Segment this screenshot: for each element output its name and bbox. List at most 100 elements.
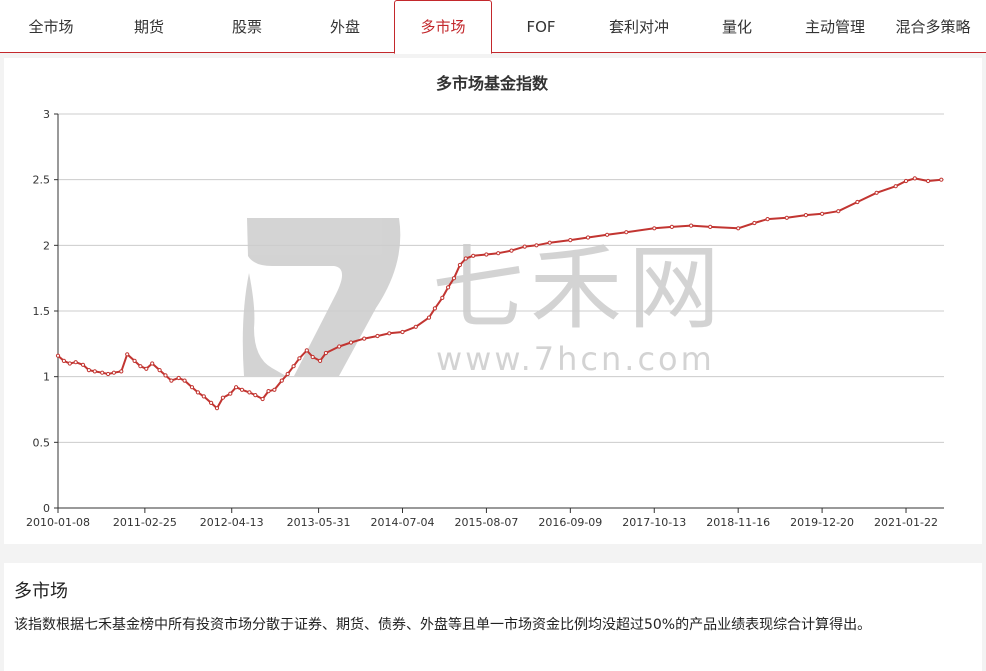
data-point[interactable]: [375, 333, 380, 339]
data-point[interactable]: [387, 331, 392, 336]
data-point[interactable]: [471, 253, 476, 258]
data-point[interactable]: [568, 238, 573, 243]
data-point[interactable]: [669, 224, 675, 229]
tab-quant[interactable]: 量化: [688, 0, 786, 53]
data-point[interactable]: [522, 244, 527, 249]
data-point[interactable]: [348, 340, 354, 345]
x-tick-label: 2015-08-07: [454, 516, 518, 529]
data-point[interactable]: [189, 385, 195, 390]
data-point[interactable]: [534, 243, 539, 248]
data-point[interactable]: [736, 226, 741, 231]
data-point[interactable]: [157, 368, 162, 373]
data-point[interactable]: [752, 220, 757, 226]
tab-active-management[interactable]: 主动管理: [786, 0, 884, 53]
data-point[interactable]: [836, 209, 841, 214]
tab-multi-market[interactable]: 多市场: [394, 0, 492, 54]
data-point[interactable]: [92, 369, 97, 374]
data-point[interactable]: [150, 361, 155, 366]
data-point[interactable]: [67, 361, 72, 366]
data-point[interactable]: [652, 226, 657, 231]
data-point[interactable]: [228, 391, 233, 396]
data-point[interactable]: [624, 230, 629, 235]
data-point[interactable]: [496, 251, 501, 256]
data-point[interactable]: [457, 262, 462, 268]
data-point[interactable]: [86, 368, 92, 373]
data-point[interactable]: [855, 199, 860, 205]
data-point[interactable]: [247, 390, 252, 395]
data-point[interactable]: [432, 306, 437, 311]
tab-fof[interactable]: FOF: [492, 0, 590, 53]
data-point[interactable]: [239, 387, 245, 392]
data-point[interactable]: [279, 378, 284, 383]
data-point[interactable]: [209, 400, 214, 405]
data-point[interactable]: [362, 336, 367, 341]
tab-overseas[interactable]: 外盘: [296, 0, 394, 53]
data-point[interactable]: [297, 356, 302, 361]
data-point[interactable]: [176, 375, 181, 381]
tab-all-market[interactable]: 全市场: [2, 0, 100, 53]
data-point[interactable]: [169, 378, 174, 383]
data-point[interactable]: [903, 178, 909, 184]
data-point[interactable]: [446, 285, 451, 290]
data-point[interactable]: [939, 177, 944, 182]
data-point[interactable]: [337, 344, 342, 349]
data-point[interactable]: [106, 371, 111, 377]
tab-stocks[interactable]: 股票: [198, 0, 296, 53]
data-point[interactable]: [605, 232, 610, 237]
data-point[interactable]: [820, 211, 825, 216]
data-point[interactable]: [119, 369, 124, 374]
data-point[interactable]: [111, 370, 117, 375]
data-point[interactable]: [55, 353, 61, 358]
data-point[interactable]: [272, 387, 277, 392]
data-point[interactable]: [451, 276, 457, 281]
data-point[interactable]: [426, 315, 432, 320]
data-point[interactable]: [100, 370, 105, 375]
data-point[interactable]: [220, 395, 225, 400]
data-point[interactable]: [708, 224, 713, 229]
data-point[interactable]: [214, 406, 220, 411]
data-point[interactable]: [291, 364, 296, 369]
data-point[interactable]: [144, 366, 149, 371]
tab-mixed-strategy[interactable]: 混合多策略: [884, 0, 982, 53]
data-point[interactable]: [234, 385, 239, 390]
data-point[interactable]: [874, 190, 879, 195]
data-point[interactable]: [440, 295, 445, 300]
x-tick-label: 2013-05-31: [287, 516, 351, 529]
data-point[interactable]: [266, 389, 271, 394]
watermark-url: www.7hcn.com: [436, 340, 715, 378]
data-point[interactable]: [484, 252, 489, 257]
tab-arbitrage-hedge[interactable]: 套利对冲: [590, 0, 688, 53]
data-point[interactable]: [689, 223, 694, 228]
data-point[interactable]: [547, 240, 552, 245]
data-point[interactable]: [509, 248, 514, 253]
data-point[interactable]: [61, 358, 67, 363]
data-point[interactable]: [125, 352, 130, 357]
data-point[interactable]: [318, 358, 323, 363]
data-point[interactable]: [304, 348, 309, 353]
data-point[interactable]: [73, 360, 78, 365]
data-point[interactable]: [285, 371, 290, 377]
data-point[interactable]: [163, 373, 168, 378]
data-point[interactable]: [201, 394, 206, 399]
data-point[interactable]: [260, 396, 265, 402]
data-point[interactable]: [893, 184, 898, 189]
data-point[interactable]: [138, 364, 143, 369]
data-point[interactable]: [253, 393, 258, 398]
data-point[interactable]: [926, 178, 931, 184]
data-point[interactable]: [400, 329, 405, 335]
data-point[interactable]: [80, 362, 86, 367]
data-point[interactable]: [803, 213, 809, 218]
data-point[interactable]: [132, 358, 137, 363]
data-point[interactable]: [195, 390, 200, 395]
data-point[interactable]: [784, 215, 789, 220]
data-point[interactable]: [912, 176, 917, 181]
data-point[interactable]: [310, 354, 315, 360]
data-point[interactable]: [323, 350, 328, 356]
x-tick-label: 2014-07-04: [371, 516, 435, 529]
data-point[interactable]: [585, 235, 591, 240]
data-point[interactable]: [413, 324, 418, 329]
tab-futures[interactable]: 期货: [100, 0, 198, 53]
data-point[interactable]: [765, 217, 770, 222]
data-point[interactable]: [182, 378, 187, 383]
data-point[interactable]: [463, 256, 468, 261]
